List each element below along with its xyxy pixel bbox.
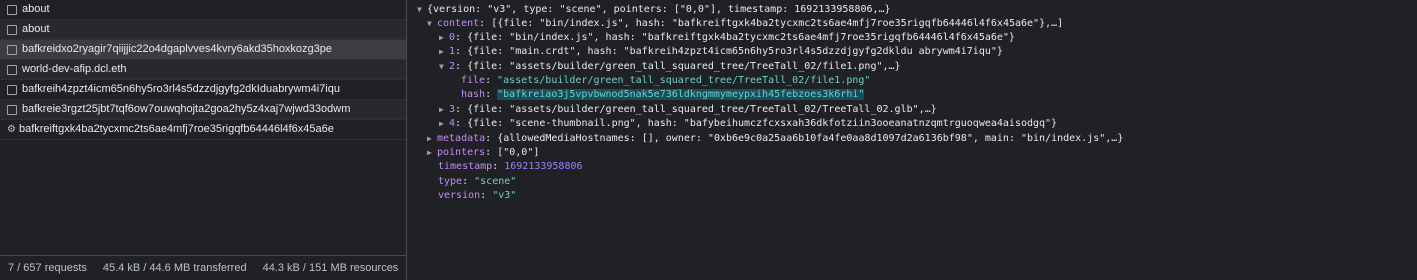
document-icon [7,104,17,115]
highlighted-hash: "bafkreiao3j5vpvbwnod5nak5e736ldkngmmyme… [497,89,865,100]
tree-node-item-1[interactable]: ▶ 1: {file: "main.crdt", hash: "bafkreih4… [439,45,1003,59]
request-row[interactable]: bafkreih4zpzt4icm65n6hy5ro3rl4s5dzzdjgyf… [0,80,406,100]
expand-triangle-icon[interactable]: ▶ [439,103,449,117]
request-name: bafkreie3rgzt25jbt7tqf6ow7ouwqhojta2goa2… [22,103,351,115]
collapse-triangle-icon[interactable]: ▼ [439,60,449,74]
tree-leaf-type: type: "scene" [438,176,517,187]
response-preview-panel: ▼ {version: "v3", type: "scene", pointers… [407,0,1417,280]
transferred-size: 45.4 kB / 44.6 MB transferred [102,262,247,274]
request-name: bafkreih4zpzt4icm65n6hy5ro3rl4s5dzzdjgyf… [22,83,340,95]
tree-leaf-version: version: "v3" [438,190,517,201]
document-icon [7,44,17,55]
request-name: about [22,23,50,35]
expand-triangle-icon[interactable]: ▶ [439,45,449,59]
tree-node-metadata[interactable]: ▶ metadata: {allowedMediaHostnames: [], o… [427,132,1123,146]
tree-node-item-4[interactable]: ▶ 4: {file: "scene-thumbnail.png", hash: … [439,117,1057,131]
resources-size: 44.3 kB / 151 MB resources [262,262,399,274]
request-list: about about bafkreidxo2ryagir7qiijjic22o4d… [0,0,406,140]
collapse-triangle-icon[interactable]: ▼ [427,17,437,31]
document-icon [7,4,17,15]
tree-node-content[interactable]: ▼ content: [{file: "bin/index.js", hash: … [427,17,1063,31]
expand-triangle-icon[interactable]: ▶ [427,132,437,146]
request-row[interactable]: bafkreidxo2ryagir7qiijjic22o4dgaplvves4k… [0,40,406,60]
request-row[interactable]: about [0,0,406,20]
request-list-panel: about about bafkreidxo2ryagir7qiijjic22o4d… [0,0,407,280]
preview-root[interactable]: ▼ {version: "v3", type: "scene", pointers… [417,3,891,17]
request-name: bafkreiftgxk4ba2tycxmc2ts6ae4mfj7roe35ri… [18,123,334,135]
tree-node-item-3[interactable]: ▶ 3: {file: "assets/builder/green_tall_sq… [439,103,937,117]
request-row[interactable]: ⚙ bafkreiftgxk4ba2tycxmc2ts6ae4mfj7roe35r… [0,120,406,140]
tree-leaf-file: file: "assets/builder/green_tall_squared… [461,75,871,86]
collapse-triangle-icon[interactable]: ▼ [417,3,427,17]
tree-leaf-hash: hash: "bafkreiao3j5vpvbwnod5nak5e736ldkn… [461,89,865,100]
network-status-bar: 7 / 657 requests 45.4 kB / 44.6 MB trans… [0,255,406,280]
request-row[interactable]: about [0,20,406,40]
request-name: world-dev-afip.dcl.eth [22,63,127,75]
expand-triangle-icon[interactable]: ▶ [439,117,449,131]
requests-count: 7 / 657 requests [8,262,87,274]
gear-icon: ⚙ [7,124,16,135]
request-row[interactable]: bafkreie3rgzt25jbt7tqf6ow7ouwqhojta2goa2… [0,100,406,120]
expand-triangle-icon[interactable]: ▶ [439,31,449,45]
request-row[interactable]: world-dev-afip.dcl.eth [0,60,406,80]
expand-triangle-icon[interactable]: ▶ [427,146,437,160]
request-name: bafkreidxo2ryagir7qiijjic22o4dgaplvves4k… [22,43,333,55]
document-icon [7,24,17,35]
request-name: about [22,3,50,15]
tree-node-item-0[interactable]: ▶ 0: {file: "bin/index.js", hash: "bafkre… [439,31,1015,45]
tree-node-item-2[interactable]: ▼ 2: {file: "assets/builder/green_tall_sq… [439,60,901,74]
tree-leaf-timestamp: timestamp: 1692133958806 [438,161,583,172]
document-icon [7,64,17,75]
tree-node-pointers[interactable]: ▶ pointers: ["0,0"] [427,146,539,160]
document-icon [7,84,17,95]
